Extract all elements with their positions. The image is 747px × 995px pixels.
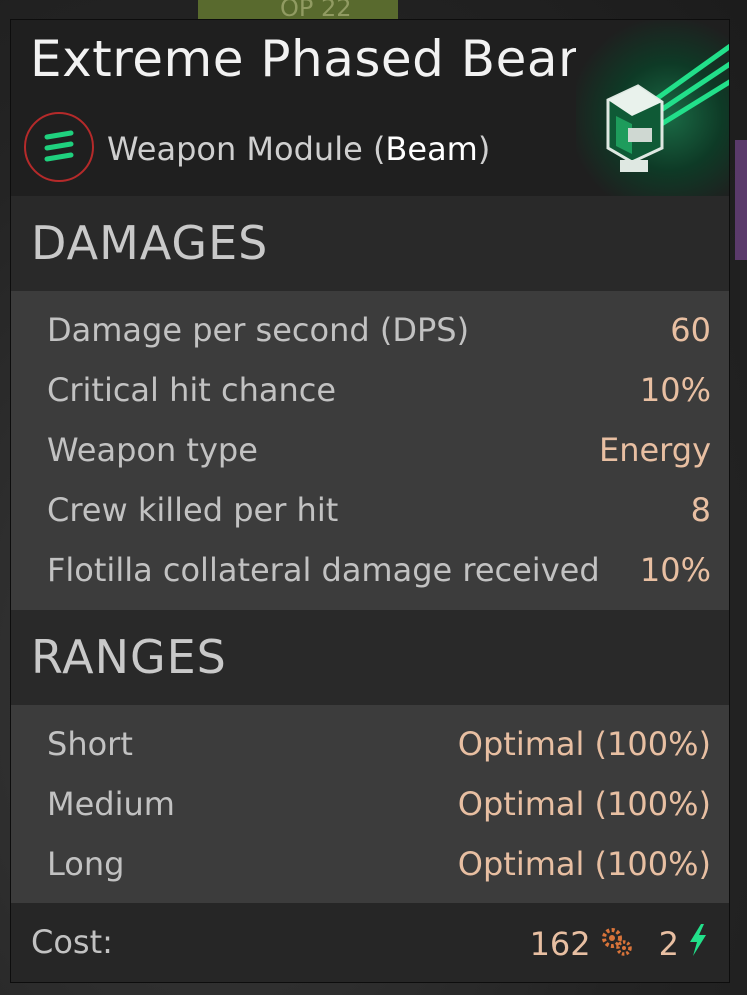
damages-title: DAMAGES [31, 216, 269, 270]
subtitle-close-paren: ) [477, 130, 491, 168]
item-category: Weapon Module (Beam) [107, 130, 490, 168]
range-label: Medium [47, 785, 175, 823]
ranges-section-header: RANGES [11, 610, 729, 705]
ranges-title: RANGES [31, 630, 227, 684]
item-category-text: Weapon Module [107, 130, 363, 168]
subtitle-open-paren: ( [362, 130, 386, 168]
background-map-region [735, 140, 747, 260]
range-row: Long Optimal (100%) [47, 839, 711, 889]
tooltip-header: Extreme Phased Beam Weapon Module (Beam) [11, 20, 729, 196]
materials-cost: 162 [529, 925, 591, 963]
stat-label: Weapon type [47, 431, 258, 469]
stat-row: Crew killed per hit 8 [47, 485, 711, 535]
item-name: Extreme Phased Beam [30, 30, 608, 88]
cost-label: Cost: [31, 923, 113, 961]
range-value: Optimal (100%) [457, 725, 711, 763]
stat-value: 8 [690, 491, 711, 529]
stat-value: 10% [639, 371, 711, 409]
energy-cost: 2 [658, 925, 679, 963]
stat-label: Crew killed per hit [47, 491, 339, 529]
stripes-icon [24, 112, 94, 182]
stat-value: 60 [670, 311, 711, 349]
damages-section-header: DAMAGES [11, 196, 729, 291]
stat-value: Energy [598, 431, 711, 469]
lightning-icon [687, 923, 709, 965]
damages-stats: Damage per second (DPS) 60 Critical hit … [11, 291, 729, 610]
stat-row: Critical hit chance 10% [47, 365, 711, 415]
stat-row: Flotilla collateral damage received 10% [47, 545, 711, 595]
stat-label: Damage per second (DPS) [47, 311, 470, 349]
range-label: Long [47, 845, 125, 883]
range-value: Optimal (100%) [457, 845, 711, 883]
range-label: Short [47, 725, 133, 763]
stat-label: Flotilla collateral damage received [47, 551, 600, 589]
range-row: Medium Optimal (100%) [47, 779, 711, 829]
cost-footer: Cost: 162 2 [11, 903, 729, 982]
range-row: Short Optimal (100%) [47, 719, 711, 769]
beam-cannon-icon [576, 20, 729, 196]
stat-row: Damage per second (DPS) 60 [47, 305, 711, 355]
stat-row: Weapon type Energy [47, 425, 711, 475]
ranges-stats: Short Optimal (100%) Medium Optimal (100… [11, 705, 729, 903]
gear-icon [599, 923, 633, 965]
item-subtype: Beam [385, 130, 478, 168]
range-value: Optimal (100%) [457, 785, 711, 823]
stat-label: Critical hit chance [47, 371, 337, 409]
cost-values: 162 2 [530, 923, 709, 965]
stat-value: 10% [639, 551, 711, 589]
item-tooltip: Extreme Phased Beam Weapon Module (Beam) [10, 19, 730, 983]
